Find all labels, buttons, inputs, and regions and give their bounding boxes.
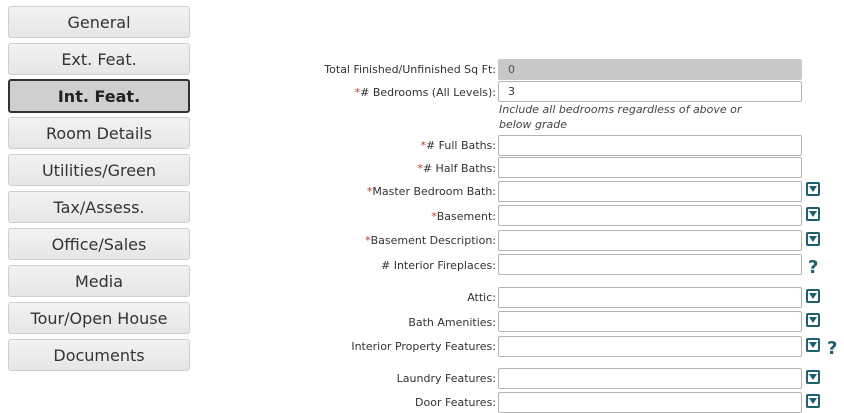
master-bath-label: *Master Bedroom Bath: <box>366 185 496 198</box>
tab-label: Office/Sales <box>51 234 147 254</box>
tab-tour-open-house[interactable]: Tour/Open House <box>8 302 190 334</box>
laundry-select[interactable] <box>498 368 802 389</box>
tab-tax-assess[interactable]: Tax/Assess. <box>8 191 190 223</box>
total-sqft-label: Total Finished/Unfinished Sq Ft: <box>324 63 496 76</box>
basement-description-dropdown-icon[interactable] <box>806 232 820 246</box>
basement-description-label: *Basement Description: <box>365 234 496 247</box>
attic-label: Attic: <box>467 291 496 304</box>
laundry-label: Laundry Features: <box>396 372 496 385</box>
tab-general[interactable]: General <box>8 6 190 38</box>
half-baths-label: *# Half Baths: <box>417 162 496 175</box>
master-bath-dropdown-icon[interactable] <box>806 182 820 196</box>
full-baths-field[interactable] <box>498 135 802 156</box>
door-label: Door Features: <box>415 396 496 409</box>
basement-description-select[interactable] <box>498 230 802 251</box>
tab-ext-feat[interactable]: Ext. Feat. <box>8 43 190 75</box>
bath-amenities-label: Bath Amenities: <box>408 316 496 329</box>
half-baths-field[interactable] <box>498 157 802 178</box>
bedrooms-field[interactable]: 3 <box>498 81 802 102</box>
tab-label: Utilities/Green <box>41 160 157 180</box>
tab-room-details[interactable]: Room Details <box>8 117 190 149</box>
tab-media[interactable]: Media <box>8 265 190 297</box>
tab-label: Tax/Assess. <box>53 197 145 217</box>
bedrooms-hint: Include all bedrooms regardless of above… <box>499 103 742 131</box>
tab-label: Int. Feat. <box>57 86 141 106</box>
basement-label: *Basement: <box>431 210 496 223</box>
interior-features-select[interactable] <box>498 336 802 357</box>
door-select[interactable] <box>498 392 802 413</box>
interior-features-dropdown-icon[interactable] <box>806 338 820 352</box>
tab-office-sales[interactable]: Office/Sales <box>8 228 190 260</box>
tab-int-feat[interactable]: Int. Feat. <box>8 79 190 113</box>
basement-dropdown-icon[interactable] <box>806 207 820 221</box>
tab-label: Tour/Open House <box>30 308 168 328</box>
fireplaces-field[interactable] <box>498 254 802 275</box>
tab-label: Documents <box>53 345 145 365</box>
attic-select[interactable] <box>498 287 802 308</box>
tab-documents[interactable]: Documents <box>8 339 190 371</box>
bath-amenities-dropdown-icon[interactable] <box>806 313 820 327</box>
bedrooms-label: *# Bedrooms (All Levels): <box>354 86 496 99</box>
tab-label: General <box>67 12 131 32</box>
interior-features-label: Interior Property Features: <box>351 340 496 353</box>
attic-dropdown-icon[interactable] <box>806 289 820 303</box>
master-bath-select[interactable] <box>498 181 802 202</box>
tab-label: Media <box>74 271 124 291</box>
basement-select[interactable] <box>498 205 802 226</box>
tab-label: Ext. Feat. <box>61 49 137 69</box>
laundry-dropdown-icon[interactable] <box>806 370 820 384</box>
tab-label: Room Details <box>45 123 153 143</box>
fireplaces-label: # Interior Fireplaces: <box>380 259 496 272</box>
door-dropdown-icon[interactable] <box>806 394 820 408</box>
full-baths-label: *# Full Baths: <box>420 139 496 152</box>
interior-features-help-icon[interactable]: ? <box>827 338 837 359</box>
total-sqft-field: 0 <box>498 59 802 80</box>
tab-utilities-green[interactable]: Utilities/Green <box>8 154 190 186</box>
fireplaces-help-icon[interactable]: ? <box>808 257 818 278</box>
bath-amenities-select[interactable] <box>498 311 802 332</box>
